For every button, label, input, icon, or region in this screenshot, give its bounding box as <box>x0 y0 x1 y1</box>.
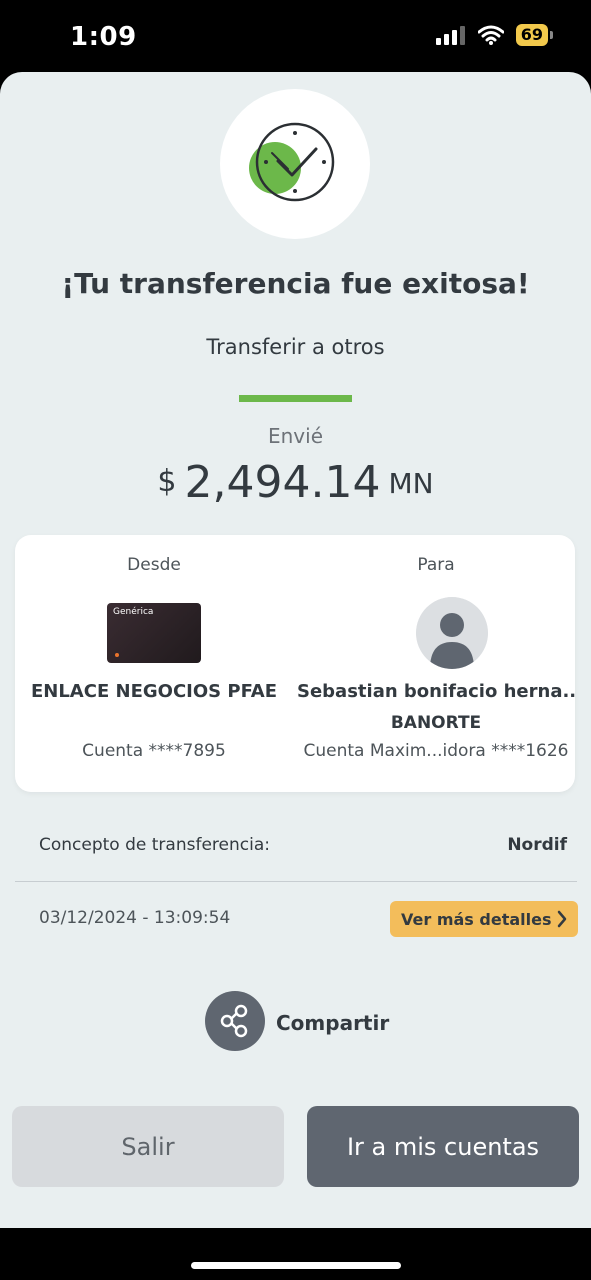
from-section: Desde Genérica ENLACE NEGOCIOS PFAE Cuen… <box>15 535 293 792</box>
amount-value: 2,494.14 <box>184 457 381 508</box>
home-area <box>0 1228 591 1280</box>
more-details-label: Ver más detalles <box>401 909 552 929</box>
home-indicator[interactable] <box>191 1262 401 1269</box>
bank-card-image: Genérica <box>107 603 201 663</box>
exit-button[interactable]: Salir <box>12 1106 284 1187</box>
more-details-button[interactable]: Ver más detalles <box>390 901 578 937</box>
wifi-icon <box>477 25 504 45</box>
go-to-accounts-button[interactable]: Ir a mis cuentas <box>307 1106 579 1187</box>
concept-value: Nordif <box>507 835 567 855</box>
from-account-number: Cuenta ****7895 <box>82 741 226 761</box>
from-account-name: ENLACE NEGOCIOS PFAE <box>30 681 278 702</box>
transfer-summary-card: Desde Genérica ENLACE NEGOCIOS PFAE Cuen… <box>15 535 575 792</box>
from-heading: Desde <box>127 555 181 575</box>
signal-icon <box>435 26 465 45</box>
share-icon <box>220 1004 248 1038</box>
battery-level: 69 <box>515 24 548 46</box>
amount-currency: MN <box>388 467 434 500</box>
status-icons: 69 <box>435 24 553 46</box>
to-bank-name: BANORTE <box>390 713 482 733</box>
to-recipient-name: Sebastian bonifacio herna... <box>297 681 575 702</box>
status-bar: 1:09 69 <box>0 0 591 72</box>
avatar-icon <box>416 597 488 669</box>
to-section: Para Sebastian bonifacio herna... BANORT… <box>297 535 575 792</box>
amount: $2,494.14 MN <box>0 457 591 508</box>
status-time: 1:09 <box>70 22 137 52</box>
bank-card-label: Genérica <box>113 607 154 617</box>
transfer-type: Transferir a otros <box>206 335 385 359</box>
battery-icon: 69 <box>515 24 553 46</box>
share-label[interactable]: Compartir <box>276 1011 389 1035</box>
transfer-datetime: 03/12/2024 - 13:09:54 <box>39 908 231 928</box>
concept-label: Concepto de transferencia: <box>39 835 270 855</box>
to-account-number: Cuenta Maxim...idora ****1626 <box>303 741 569 761</box>
to-heading: Para <box>417 555 455 575</box>
chevron-right-icon <box>557 910 567 928</box>
amount-symbol: $ <box>157 464 177 499</box>
share-button[interactable] <box>205 991 265 1051</box>
divider <box>15 881 577 882</box>
accent-divider <box>239 395 352 402</box>
sent-label: Envié <box>267 424 323 448</box>
page-title: ¡Tu transferencia fue exitosa! <box>61 267 530 300</box>
success-sheet: ¡Tu transferencia fue exitosa! Transferi… <box>0 72 591 1228</box>
success-check-icon <box>220 89 370 239</box>
